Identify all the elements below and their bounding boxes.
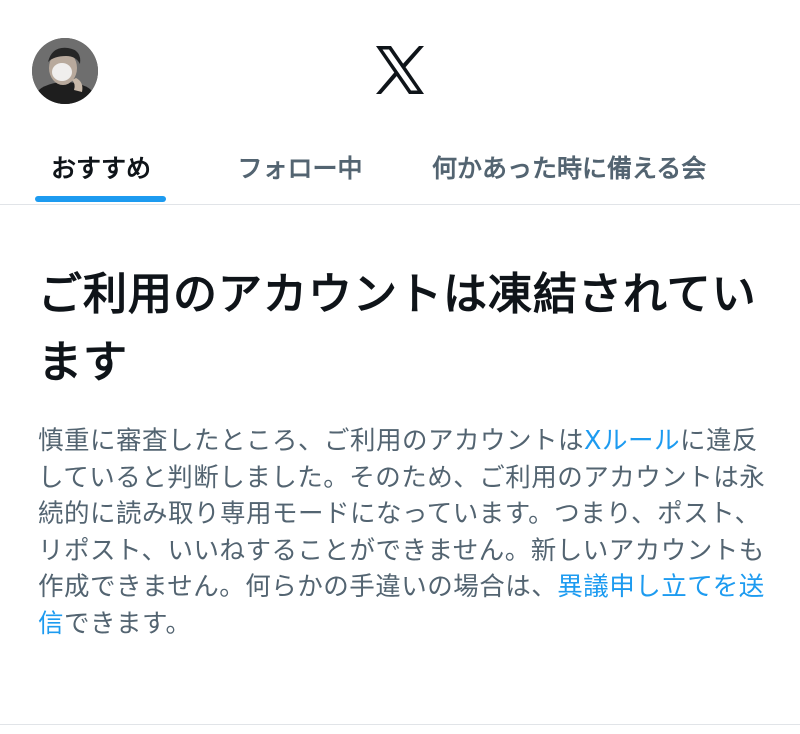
tab-following[interactable]: フォロー中: [220, 130, 380, 204]
notice-body-text-3: できます。: [64, 608, 192, 639]
active-tab-indicator: [35, 196, 166, 202]
top-bar: [0, 0, 800, 130]
profile-avatar[interactable]: [32, 38, 98, 104]
notice-body: 慎重に審査したところ、ご利用のアカウントはXルールに違反していると判断しました。…: [38, 423, 768, 642]
x-rules-link[interactable]: Xルール: [584, 426, 680, 456]
tab-recommended[interactable]: おすすめ: [22, 130, 180, 204]
notice-body-text-1: 慎重に審査したところ、ご利用のアカウントは: [38, 426, 585, 456]
notice-headline: ご利用のアカウントは凍結されています: [38, 269, 757, 388]
x-logo-icon[interactable]: [372, 42, 428, 98]
bottom-divider: [0, 724, 800, 725]
suspension-notice: ご利用のアカウントは凍結されています 慎重に審査したところ、ご利用のアカウントは…: [0, 205, 800, 725]
tab-list[interactable]: 何かあった時に備える会: [432, 130, 772, 204]
timeline-tabs: おすすめ フォロー中 何かあった時に備える会: [0, 130, 800, 205]
avatar-image: [32, 38, 98, 104]
